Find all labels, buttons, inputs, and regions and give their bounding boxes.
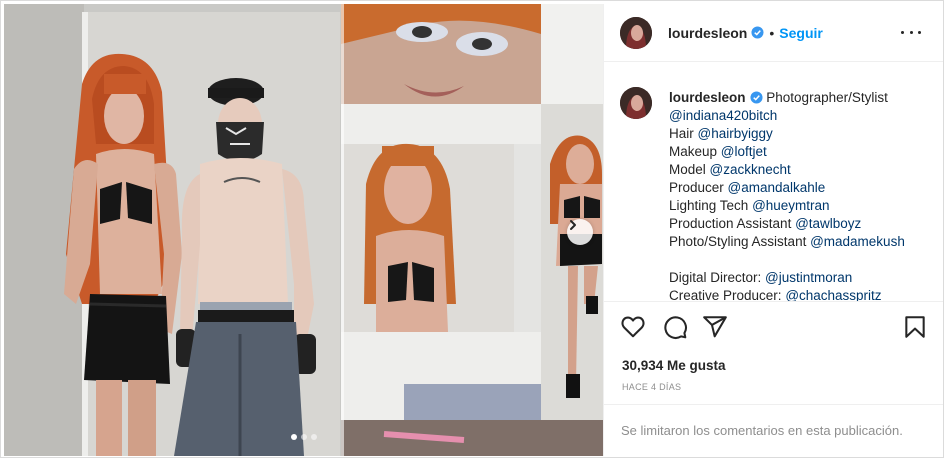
heart-icon[interactable] (620, 314, 646, 340)
caption-text: Digital Director: (669, 270, 766, 285)
caption-line: Photo/Styling Assistant @madamekush (669, 233, 929, 251)
caption-mention-link[interactable]: @chachasspritz (785, 288, 881, 301)
caption-mention-link[interactable]: @loftjet (721, 144, 767, 159)
comments-limited-text: Se limitaron los comentarios en esta pub… (621, 423, 903, 438)
carousel-dot (311, 434, 317, 440)
caption-mention-link[interactable]: @indiana420bitch (669, 108, 777, 123)
caption-text: Photo/Styling Assistant (669, 234, 811, 249)
post-side-panel: lourdesleon • Seguir lourdesleon Photogr… (603, 4, 943, 456)
caption-username[interactable]: lourdesleon (669, 90, 746, 105)
caption-text: Producer (669, 180, 728, 195)
caption-line: Hair @hairbyiggy (669, 125, 929, 143)
post-header: lourdesleon • Seguir (604, 4, 943, 62)
post-username[interactable]: lourdesleon (668, 25, 747, 41)
caption-line: lourdesleon Photographer/Stylist (669, 89, 929, 107)
caption-text: Makeup (669, 144, 721, 159)
caption-line: Model @zackknecht (669, 161, 929, 179)
caption-line: @indiana420bitch (669, 107, 929, 125)
caption-mention-link[interactable]: @tawlboyz (795, 216, 861, 231)
caption-text: Production Assistant (669, 216, 796, 231)
comment-icon[interactable] (662, 314, 688, 340)
caption-avatar[interactable] (620, 87, 652, 119)
post-photo-collage (4, 4, 603, 456)
verified-badge-icon (749, 91, 763, 104)
avatar[interactable] (620, 16, 652, 49)
bookmark-icon[interactable] (902, 314, 928, 340)
avatar-image (620, 16, 652, 49)
carousel-next-button[interactable] (567, 219, 593, 245)
follow-button[interactable]: Seguir (779, 25, 823, 41)
caption-line: Lighting Tech @hueymtran (669, 197, 929, 215)
avatar-image (620, 87, 652, 119)
post-dialog: lourdesleon • Seguir lourdesleon Photogr… (0, 0, 944, 458)
caption-line: Digital Director: @justintmoran (669, 269, 929, 287)
actions-bar (604, 301, 943, 339)
caption-scroll-area[interactable]: lourdesleon Photographer/Stylist @indian… (604, 63, 943, 301)
carousel-indicator (291, 434, 317, 440)
caption-mention-link[interactable]: @hueymtran (752, 198, 830, 213)
caption-mention-link[interactable]: @zackknecht (710, 162, 791, 177)
comments-limited-notice: Se limitaron los comentarios en esta pub… (604, 404, 943, 456)
caption-text: Model (669, 162, 710, 177)
post-caption: lourdesleon Photographer/Stylist @indian… (669, 89, 929, 301)
carousel-dot (301, 434, 307, 440)
caption-text: Photographer/Stylist (766, 90, 888, 105)
caption-line: Production Assistant @tawlboyz (669, 215, 929, 233)
header-separator: • (769, 24, 775, 41)
more-options-icon[interactable] (901, 24, 921, 40)
chevron-right-icon (570, 220, 576, 230)
caption-mention-link[interactable]: @hairbyiggy (698, 126, 773, 141)
verified-badge-icon (751, 26, 764, 39)
post-timestamp[interactable]: HACE 4 DÍAS (622, 382, 681, 392)
likes-count[interactable]: 30,934 Me gusta (622, 358, 726, 373)
post-media-carousel[interactable] (4, 4, 603, 456)
caption-mention-link[interactable]: @justintmoran (765, 270, 852, 285)
caption-text: Lighting Tech (669, 198, 753, 213)
caption-text: Creative Producer: (669, 288, 786, 301)
caption-text: Hair (669, 126, 698, 141)
caption-mention-link[interactable]: @madamekush (810, 234, 905, 249)
paper-plane-icon[interactable] (702, 314, 728, 340)
carousel-dot-active (291, 434, 297, 440)
caption-line: Makeup @loftjet (669, 143, 929, 161)
caption-line: Producer @amandalkahle (669, 179, 929, 197)
caption-mention-link[interactable]: @amandalkahle (728, 180, 826, 195)
caption-line: Creative Producer: @chachasspritz (669, 287, 929, 301)
